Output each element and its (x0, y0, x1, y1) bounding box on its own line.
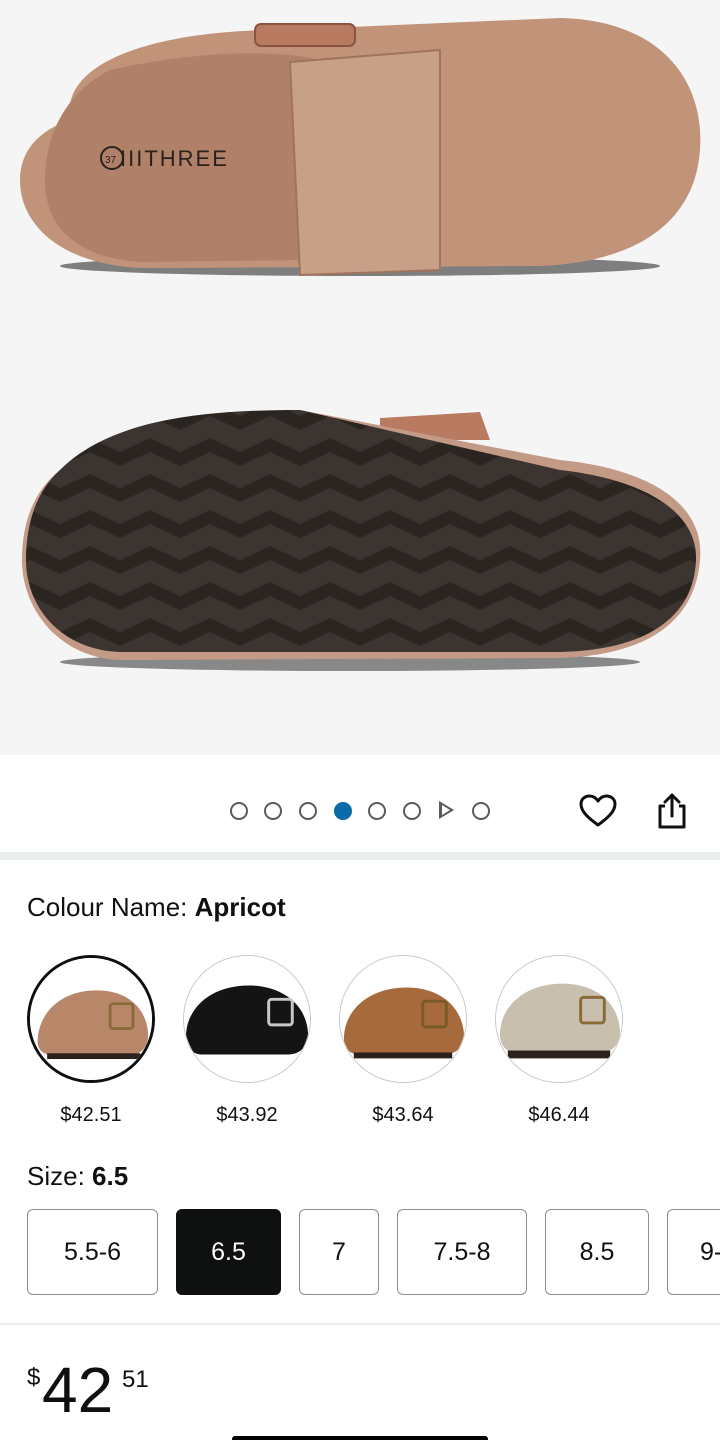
colour-swatch-brown[interactable] (339, 955, 467, 1083)
size-label-text: Size: (27, 1161, 93, 1191)
price-whole: 42 (42, 1354, 114, 1426)
gallery-controls (0, 755, 720, 853)
size-option[interactable]: 7.5-8 (397, 1209, 527, 1295)
heart-outline-icon (579, 794, 617, 827)
colour-selected-value: Apricot (194, 892, 286, 922)
gallery-dot[interactable] (472, 802, 490, 820)
swatch-image (496, 956, 622, 1082)
svg-text:37: 37 (105, 155, 117, 166)
section-divider (0, 852, 720, 860)
colour-swatch-apricot[interactable] (27, 955, 155, 1083)
section-divider (0, 1323, 720, 1325)
swatch-image (340, 956, 466, 1082)
brand-mark: IIITHREE (120, 146, 229, 171)
price-fraction: 51 (122, 1366, 149, 1393)
shoe-photo: IIITHREE 37 (20, 18, 701, 671)
share-icon (658, 793, 686, 829)
favorite-button[interactable] (576, 789, 620, 833)
swatch-price: $43.92 (216, 1104, 278, 1126)
share-button[interactable] (650, 789, 694, 833)
colour-swatch-taupe[interactable] (495, 955, 623, 1083)
size-label: Size: 6.5 (27, 1161, 128, 1192)
size-option[interactable]: 5.5-6 (27, 1209, 158, 1295)
gallery-dot[interactable] (264, 802, 282, 820)
swatch-price: $43.64 (372, 1104, 434, 1126)
swatch-image (30, 958, 152, 1080)
swatch-price: $46.44 (528, 1104, 590, 1126)
gallery-dot[interactable] (368, 802, 386, 820)
size-option[interactable]: 7 (299, 1209, 379, 1295)
swatch-price: $42.51 (60, 1104, 122, 1126)
gallery-dot-active[interactable] (334, 802, 352, 820)
gallery-dot[interactable] (403, 802, 421, 820)
video-play-icon[interactable] (439, 801, 454, 819)
colour-label-text: Colour Name: (27, 892, 195, 922)
product-image[interactable]: IIITHREE 37 (0, 0, 720, 755)
colour-name-label: Colour Name: Apricot (27, 892, 286, 923)
swatch-image (184, 956, 310, 1082)
price-currency: $ (27, 1364, 41, 1391)
size-option-selected[interactable]: 6.5 (176, 1209, 281, 1295)
size-selected-value: 6.5 (92, 1161, 129, 1191)
gallery-dot[interactable] (230, 802, 248, 820)
gallery-dot[interactable] (299, 802, 317, 820)
size-option[interactable]: 9- (667, 1209, 720, 1295)
colour-swatch-black[interactable] (183, 955, 311, 1083)
home-indicator (232, 1436, 488, 1440)
size-option[interactable]: 8.5 (545, 1209, 649, 1295)
